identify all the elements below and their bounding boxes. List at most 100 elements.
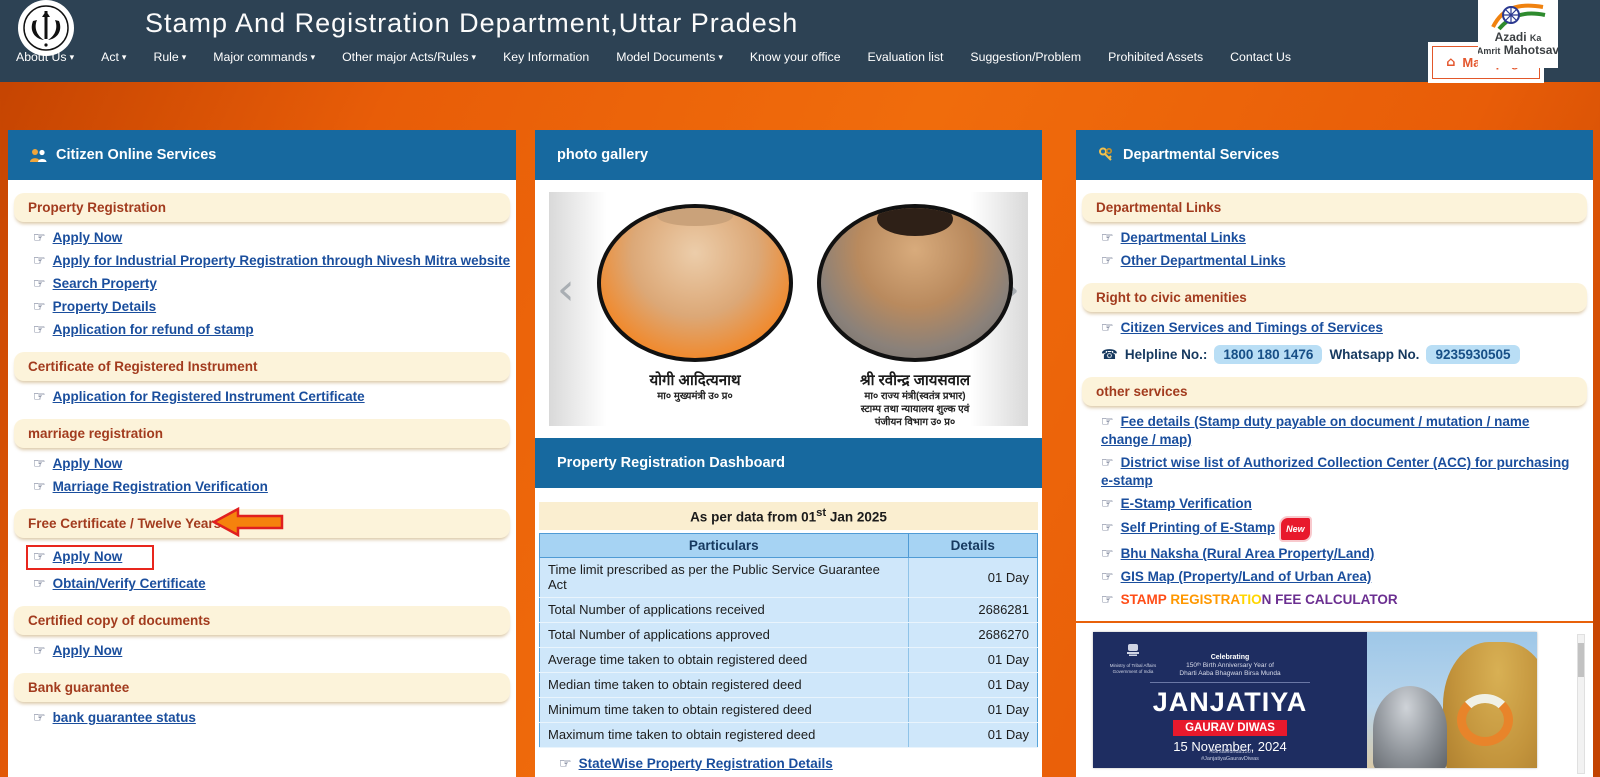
chevron-down-icon: ▾ [122,53,127,63]
column-header-particulars: Particulars [540,533,909,557]
citizens-icon [30,148,47,163]
link-district-wise-acc-list[interactable]: ☞District wise list of Authorized Collec… [1101,454,1579,490]
pointer-icon: ☞ [1101,253,1114,269]
chevron-down-icon: ▾ [182,53,187,63]
nav-evaluation-list[interactable]: Evaluation list [868,50,944,64]
photo-gallery-header: photo gallery [535,130,1042,180]
departmental-services-header: Departmental Services [1076,130,1593,180]
pointer-icon: ☞ [33,389,46,405]
nav-rule[interactable]: Rule▾ [153,50,186,64]
citizen-online-services-panel: Citizen Online Services Property Registr… [8,130,516,777]
pointer-icon: ☞ [33,710,46,726]
dashboard-title: Property Registration Dashboard [557,455,785,471]
pointer-icon: ☞ [1101,414,1114,430]
panel-title: Citizen Online Services [56,147,216,163]
pointer-icon: ☞ [1101,320,1114,336]
photo-gallery-panel: photo gallery ‹ › योगी आदित्यनाथ मा० मुख… [535,130,1042,777]
link-apply-now-certified-copy[interactable]: ☞Apply Now [33,642,516,660]
pointer-icon: ☞ [1101,546,1114,562]
section-certified-copy-documents: Certified copy of documents [14,606,510,635]
banner-scrollbar[interactable] [1577,634,1585,774]
keys-icon [1098,147,1114,163]
link-statewise-property-registration-details[interactable]: ☞StateWise Property Registration Details [559,756,1042,772]
phone-icon: ☎ [1101,347,1118,363]
link-stamp-registration-fee-calculator[interactable]: ☞STAMP REGISTRATION FEE CALCULATOR [1101,591,1593,609]
table-row: Total Number of applications approved268… [540,622,1038,647]
link-apply-now-marriage[interactable]: ☞Apply Now [33,455,516,473]
banner-hashtags: #BirsaMunda150#JanjatiyaGauravDiwas [1093,749,1367,763]
header-bar: Stamp And Registration Department,Uttar … [0,0,1600,82]
chevron-down-icon: ▾ [472,53,477,63]
janjatiya-gaurav-diwas-banner: Ministry of Tribal Affairs Government of… [1093,632,1537,768]
helpline-number-badge: 1800 180 1476 [1214,345,1322,364]
link-citizen-services-timings[interactable]: ☞Citizen Services and Timings of Service… [1101,319,1593,337]
pointer-icon: ☞ [33,456,46,472]
nav-other-acts-rules[interactable]: Other major Acts/Rules▾ [342,50,476,64]
link-industrial-property-nivesh-mitra[interactable]: ☞Apply for Industrial Property Registrat… [33,252,516,270]
link-apply-now-free-certificate[interactable]: ☞Apply Now [33,545,516,570]
nav-know-your-office[interactable]: Know your office [750,50,841,64]
link-bank-guarantee-status[interactable]: ☞bank guarantee status [33,709,516,727]
nav-contact-us[interactable]: Contact Us [1230,50,1291,64]
whatsapp-number-badge: 9235930505 [1426,345,1519,364]
photo-yogi-adityanath [597,204,793,362]
link-fee-details[interactable]: ☞Fee details (Stamp duty payable on docu… [1101,413,1579,449]
link-apply-now-property[interactable]: ☞Apply Now [33,229,516,247]
link-self-printing-estamp[interactable]: ☞Self Printing of E-StampNew [1101,518,1593,540]
nav-about-us[interactable]: About Us▾ [16,50,74,64]
nav-suggestion-problem[interactable]: Suggestion/Problem [970,50,1081,64]
link-departmental-links[interactable]: ☞Departmental Links [1101,229,1593,247]
link-marriage-registration-verification[interactable]: ☞Marriage Registration Verification [33,478,516,496]
banner-divider [1076,621,1593,623]
link-bhu-naksha[interactable]: ☞Bhu Naksha (Rural Area Property/Land) [1101,545,1593,563]
caption-yogi-adityanath: योगी आदित्यनाथ मा० मुख्यमंत्री उ० प्र० [589,370,801,403]
nav-act[interactable]: Act▾ [101,50,126,64]
pointer-icon: ☞ [1101,520,1114,536]
pointer-icon: ☞ [33,576,46,592]
pointer-icon: ☞ [33,276,46,292]
banner-text-block: Ministry of Tribal Affairs Government of… [1093,632,1367,768]
banner-chip: GAURAV DIWAS [1173,720,1287,736]
annotation-arrow-icon [212,507,284,537]
pointer-icon: ☞ [33,479,46,495]
link-estamp-verification[interactable]: ☞E-Stamp Verification [1101,495,1593,513]
dashboard-caption: As per data from 01st Jan 2025 [539,502,1038,530]
new-badge: New [1281,518,1310,540]
azadi-amrit-mahotsav-logo: Azadi Ka Amrit Mahotsav [1478,0,1558,68]
link-application-registered-instrument-certificate[interactable]: ☞Application for Registered Instrument C… [33,388,516,406]
whatsapp-label: Whatsapp No. [1329,347,1419,362]
link-property-details[interactable]: ☞Property Details [33,298,516,316]
home-icon: ⌂ [1446,55,1455,70]
nav-prohibited-assets[interactable]: Prohibited Assets [1108,50,1203,64]
banner-subtitle: 150ᵗʰ Birth Anniversary Year ofDharti Aa… [1150,662,1310,683]
india-emblem-icon [1126,642,1140,658]
photo-ravindra-jaiswal [817,204,1013,362]
nav-model-documents[interactable]: Model Documents▾ [616,50,723,64]
pointer-icon: ☞ [559,756,572,772]
table-row: Maximum time taken to obtain registered … [540,722,1038,747]
chevron-down-icon: ▾ [70,53,75,63]
pointer-icon: ☞ [1101,230,1114,246]
main-navigation: About Us▾ Act▾ Rule▾ Major commands▾ Oth… [16,50,1291,64]
pointer-icon: ☞ [33,230,46,246]
table-row: Total Number of applications received268… [540,597,1038,622]
nav-key-information[interactable]: Key Information [503,50,589,64]
link-search-property[interactable]: ☞Search Property [33,275,516,293]
link-application-refund-stamp[interactable]: ☞Application for refund of stamp [33,321,516,339]
helpline-label: Helpline No.: [1125,347,1208,362]
up-emblem-icon [23,5,69,51]
pointer-icon: ☞ [33,322,46,338]
section-right-to-civic-amenities: Right to civic amenities [1082,283,1587,312]
pointer-icon: ☞ [33,643,46,659]
scrollbar-thumb[interactable] [1578,643,1584,677]
annotation-highlight-box: ☞Apply Now [26,545,154,570]
chevron-down-icon: ▾ [311,53,316,63]
section-property-registration: Property Registration [14,193,510,222]
table-row: Average time taken to obtain registered … [540,647,1038,672]
nav-major-commands[interactable]: Major commands▾ [213,50,315,64]
link-gis-map[interactable]: ☞GIS Map (Property/Land of Urban Area) [1101,568,1593,586]
pointer-icon: ☞ [33,549,46,565]
carousel-previous-button[interactable]: ‹ [557,270,575,310]
link-obtain-verify-certificate[interactable]: ☞Obtain/Verify Certificate [33,575,516,593]
link-other-departmental-links[interactable]: ☞Other Departmental Links [1101,252,1593,270]
